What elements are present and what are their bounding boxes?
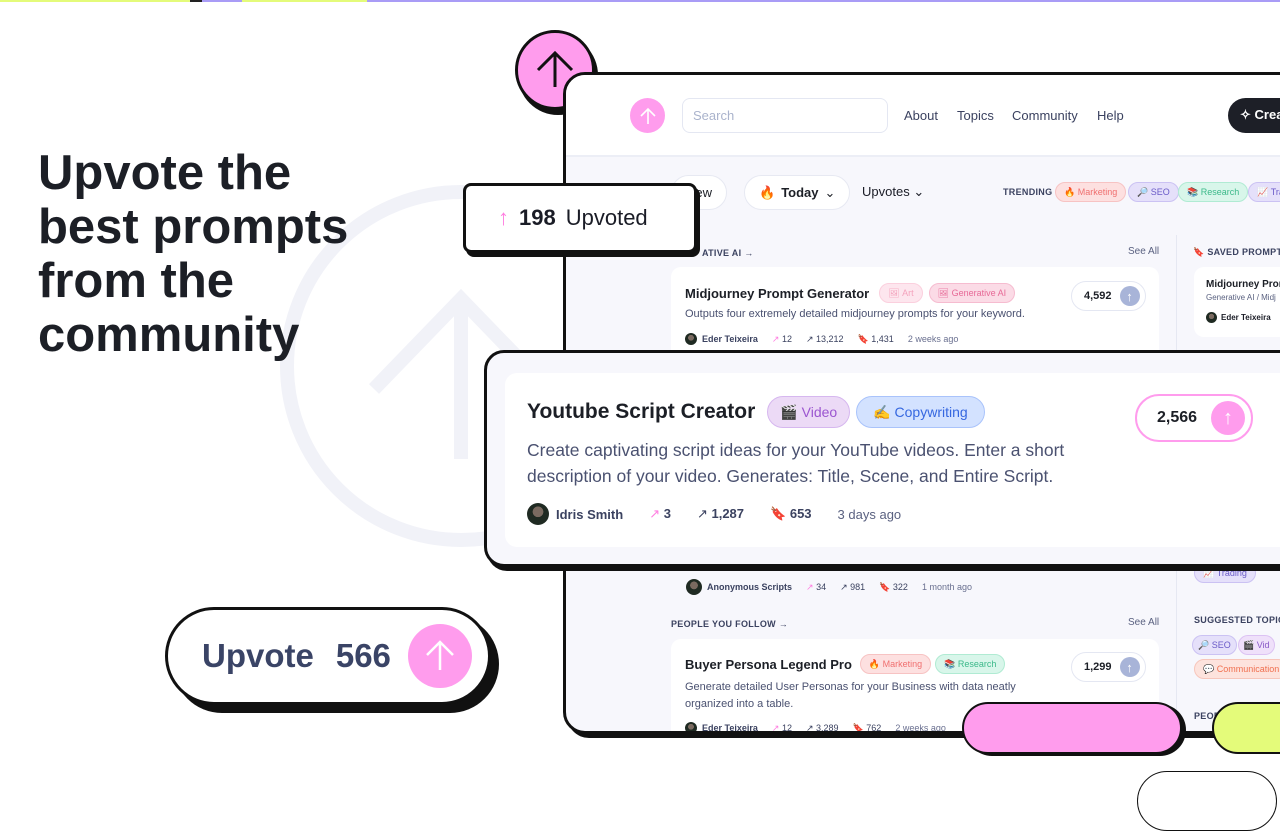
tag-generative-ai[interactable]: 🖼 Generative AI [928, 283, 1016, 303]
sort-upvotes[interactable]: Upvotes ⌄ [862, 184, 924, 200]
nav-help[interactable]: Help [1097, 108, 1124, 123]
section-people-you-follow[interactable]: PEOPLE YOU FOLLOW → [671, 619, 788, 629]
decorative-lime-pill [1212, 702, 1280, 754]
author-name[interactable]: Eder Teixeira [702, 723, 758, 731]
topic-chip-communication[interactable]: 💬 Communication [1194, 659, 1280, 679]
author-name[interactable]: Anonymous Scripts [707, 582, 792, 592]
saves-count: 322 [892, 581, 908, 592]
views-count: 981 [850, 581, 866, 592]
decorative-outline-pill [1137, 771, 1277, 831]
chevron-down-icon: ⌄ [824, 184, 836, 200]
upvote-arrow-icon: ↑ [498, 205, 509, 230]
nav-about[interactable]: About [904, 108, 938, 123]
bookmark-icon: 🔖 [857, 333, 869, 344]
upvote-arrow-icon: ↑ [1211, 401, 1246, 435]
tag-research[interactable]: 📚 Research [935, 654, 1006, 674]
card-time: 2 weeks ago [907, 334, 959, 344]
author-name[interactable]: Idris Smith [556, 507, 623, 522]
bookmark-icon: 🔖 [879, 581, 891, 592]
card-time: 1 month ago [921, 582, 972, 592]
views-count: 13,212 [816, 333, 844, 344]
upvote-arrow-icon: ↑ [1119, 286, 1140, 306]
tag-video[interactable]: 🎬 Video [767, 396, 851, 428]
saved-prompt-subtitle: Generative AI / Midj [1206, 293, 1276, 302]
create-button[interactable]: ✧ Crea [1228, 98, 1280, 133]
card-time: 2 weeks ago [895, 723, 946, 733]
sparkle-icon: ✧ [1240, 107, 1255, 122]
views-count: 1,287 [711, 506, 745, 521]
upvote-arrow-icon: ↑ [1119, 657, 1140, 677]
fire-icon: 🔥 [759, 184, 776, 200]
views-icon: ↗ [805, 333, 814, 344]
search-input[interactable]: Search [682, 98, 888, 133]
saves-count: 762 [866, 722, 882, 733]
topic-chip-video[interactable]: 🎬 Vid [1238, 635, 1275, 655]
saved-prompt-item[interactable]: Midjourney Prom Generative AI / Midj Ede… [1194, 267, 1280, 337]
upvote-arrow-icon [408, 624, 472, 688]
topic-chip-seo[interactable]: 🔎 SEO [1192, 635, 1237, 655]
vote-button[interactable]: 4,592 ↑ [1071, 281, 1146, 311]
saves-count: 653 [789, 506, 812, 521]
views-icon: ↗ [840, 581, 848, 592]
vote-button[interactable]: 1,299 ↑ [1071, 652, 1146, 682]
avatar [527, 503, 549, 525]
avatar [1206, 312, 1217, 323]
avatar [686, 579, 702, 595]
nav-community[interactable]: Community [1012, 108, 1078, 123]
tag-art[interactable]: 🖼 Art [879, 283, 923, 303]
avatar [685, 333, 697, 345]
vote-button-active[interactable]: 2,566 ↑ [1135, 394, 1254, 442]
remix-icon: ↗ [771, 333, 780, 344]
saved-prompts-label: 🔖 SAVED PROMPTS [1193, 247, 1280, 257]
views-icon: ↗ [805, 722, 814, 733]
suggested-topics-label: SUGGESTED TOPICS [1194, 615, 1280, 625]
card-title: Buyer Persona Legend Pro [685, 656, 852, 672]
trending-label: TRENDING [1003, 187, 1053, 197]
remix-count: 12 [781, 333, 792, 344]
remix-count: 12 [781, 722, 792, 733]
card-description: Outputs four extremely detailed midjourn… [685, 308, 1025, 320]
chevron-down-icon: ⌄ [913, 184, 925, 199]
app-header: Search About Topics Community Help ✧ Cre… [566, 75, 1280, 157]
remix-icon: ↗ [806, 581, 814, 592]
upvote-button[interactable]: Upvote 566 [165, 607, 491, 705]
nav-topics[interactable]: Topics [957, 108, 994, 123]
tag-copywriting[interactable]: ✍ Copywriting [856, 396, 985, 428]
trending-chip-seo[interactable]: 🔎 SEO [1128, 182, 1179, 202]
card-description: Create captivating script ideas for your… [527, 440, 1065, 486]
author-name[interactable]: Eder Teixeira [702, 334, 758, 344]
upvoted-badge: ↑ 198 Upvoted [463, 183, 697, 253]
remix-count: 34 [816, 581, 827, 592]
bookmark-icon: 🔖 [1193, 247, 1208, 257]
see-all-link[interactable]: See All [1128, 617, 1159, 628]
author-name[interactable]: Eder Teixeira [1221, 313, 1271, 322]
card-title: Midjourney Prompt Generator [685, 285, 870, 301]
saves-count: 1,431 [871, 333, 894, 344]
decorative-pink-pill [962, 702, 1182, 754]
remix-icon: ↗ [771, 722, 780, 733]
views-count: 3,289 [816, 722, 839, 733]
card-title: Youtube Script Creator [527, 400, 756, 423]
remix-count: 3 [663, 506, 671, 521]
filter-today[interactable]: 🔥 Today ⌄ [744, 175, 851, 210]
saved-prompt-title: Midjourney Prom [1206, 279, 1280, 290]
hero-headline: Upvote the best prompts from the communi… [38, 146, 349, 362]
tag-marketing[interactable]: 🔥 Marketing [859, 654, 932, 674]
avatar [685, 722, 697, 731]
card-time: 3 days ago [837, 506, 902, 522]
see-all-link[interactable]: See All [1128, 246, 1159, 257]
bookmark-icon: 🔖 [852, 722, 864, 733]
remix-icon: ↗ [649, 506, 661, 521]
logo-icon[interactable] [630, 98, 665, 133]
trending-chip-marketing[interactable]: 🔥 Marketing [1055, 182, 1127, 202]
trending-chip-trading[interactable]: 📈 Tra [1248, 182, 1280, 202]
trending-chip-research[interactable]: 📚 Research [1178, 182, 1249, 202]
views-icon: ↗ [696, 506, 708, 521]
featured-prompt-card[interactable]: Youtube Script Creator 🎬 Video ✍ Copywri… [484, 350, 1280, 567]
bookmark-icon: 🔖 [770, 506, 787, 521]
section-generative-ai[interactable]: ATIVE AI → [702, 248, 754, 258]
